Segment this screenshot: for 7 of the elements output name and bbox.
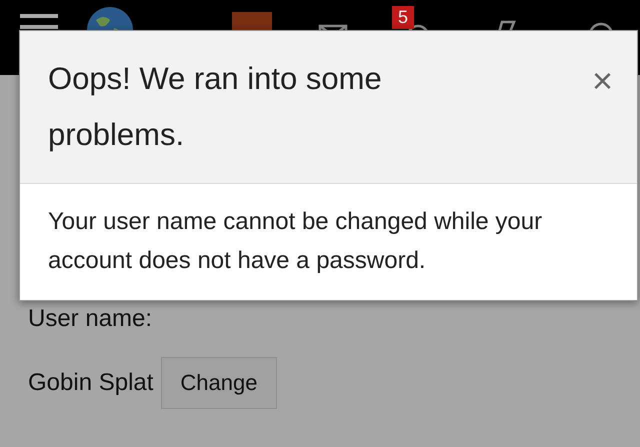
error-message: Your user name cannot be changed while your account does not have a password. bbox=[47, 207, 544, 276]
user-name: Gobin Splat bbox=[28, 369, 154, 397]
dialog-title: Oops! We ran into some problems. bbox=[48, 60, 383, 154]
notification-badge: 5 bbox=[392, 6, 414, 29]
field-label: User name: bbox=[28, 305, 152, 333]
change-button[interactable]: Change bbox=[161, 357, 276, 409]
close-button[interactable]: × bbox=[592, 63, 613, 99]
